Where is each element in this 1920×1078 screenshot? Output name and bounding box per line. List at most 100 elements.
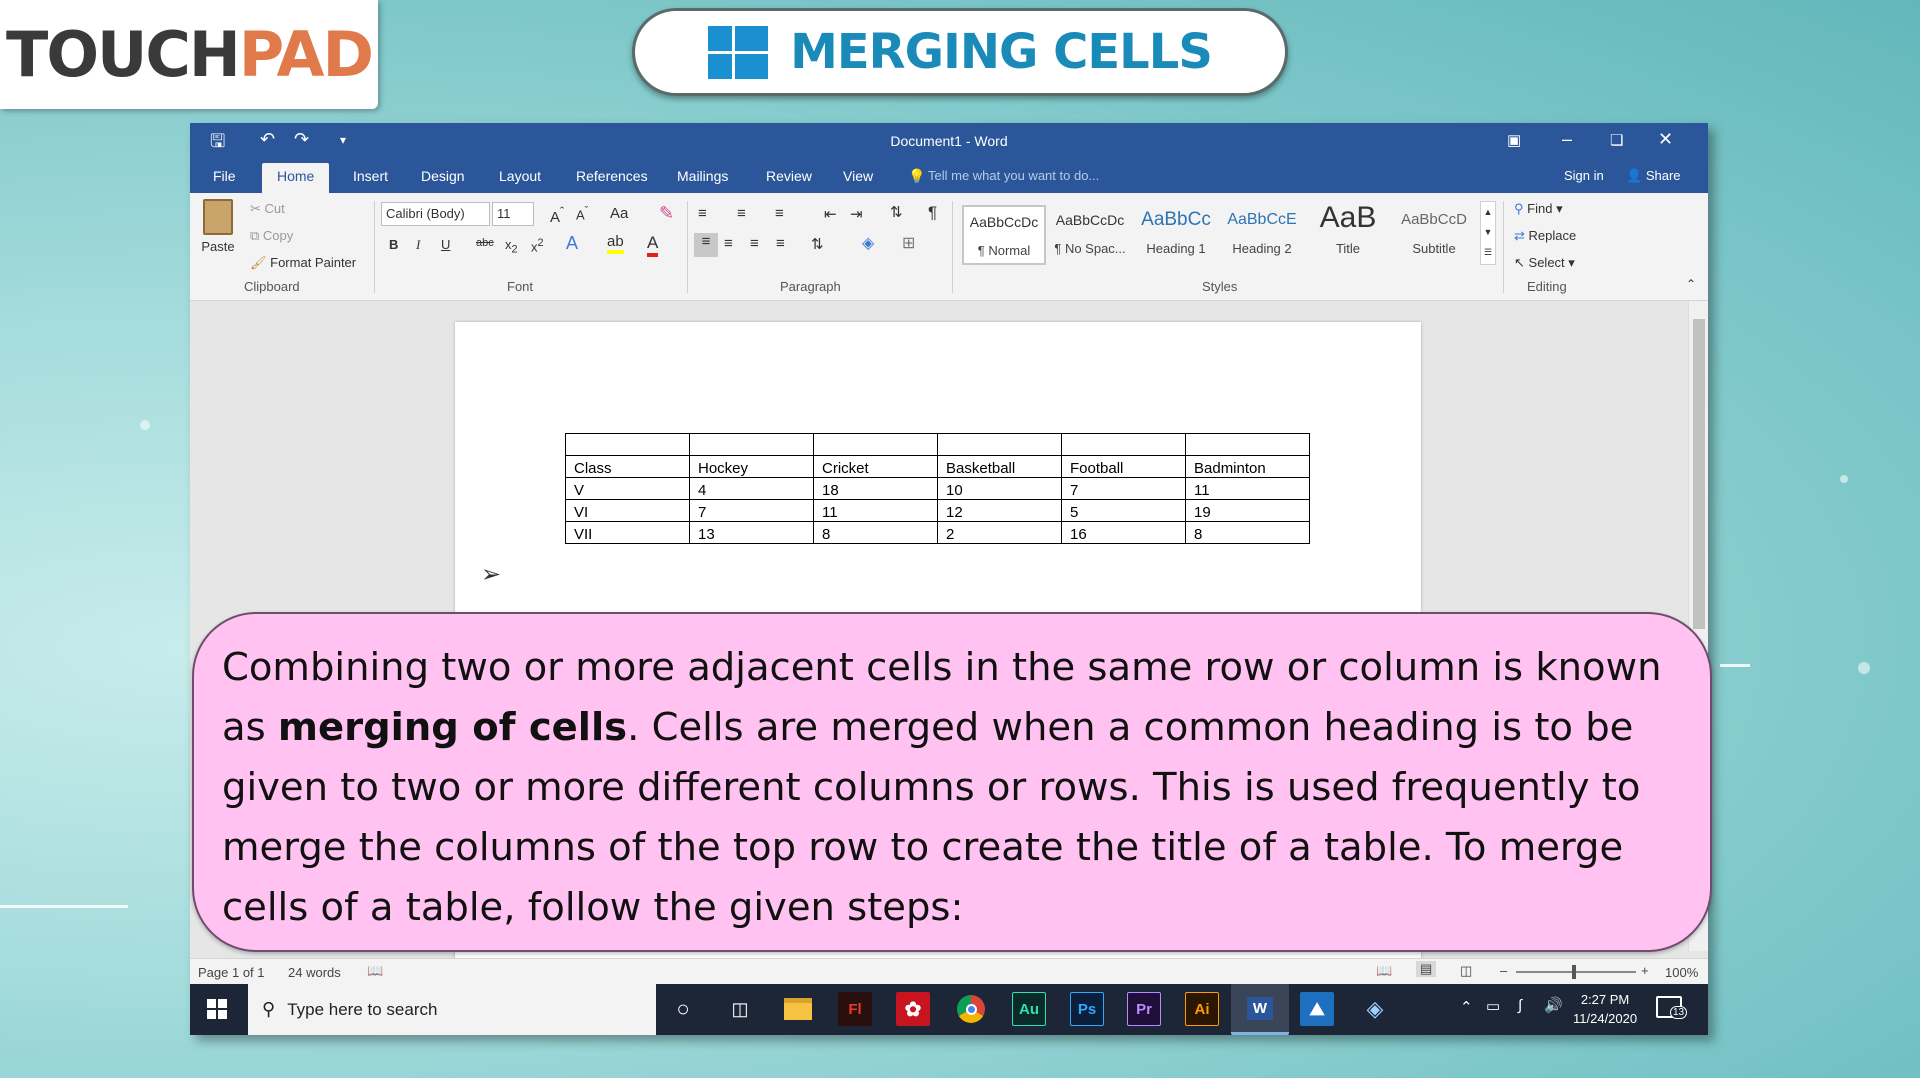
cortana-icon[interactable]: ○	[666, 992, 700, 1026]
table-cell[interactable]: 7	[1061, 477, 1186, 500]
illustrator-app-icon[interactable]: Ai	[1185, 992, 1219, 1026]
table-cell[interactable]: 8	[1185, 521, 1310, 544]
increase-indent-icon[interactable]: ⇥	[850, 205, 863, 223]
battery-icon[interactable]: ▭	[1486, 997, 1500, 1015]
line-spacing-icon[interactable]: ⇅	[811, 235, 824, 253]
paste-button[interactable]: Paste	[200, 199, 236, 254]
restore-icon[interactable]: ❏	[1610, 131, 1623, 149]
subscript-icon[interactable]: x2	[505, 237, 518, 256]
word-app-icon[interactable]: W	[1231, 984, 1289, 1035]
close-icon[interactable]: ✕	[1658, 129, 1673, 150]
table-cell[interactable]: 11	[1185, 477, 1310, 500]
table-cell[interactable]: VII	[565, 521, 690, 544]
shrink-font-icon[interactable]: Aˇ	[576, 205, 588, 222]
audition-app-icon[interactable]: Au	[1012, 992, 1046, 1026]
format-painter-button[interactable]: 🖌 Format Painter	[250, 255, 356, 271]
style-title[interactable]: AaB Title	[1306, 205, 1390, 265]
table-cell[interactable]	[689, 433, 814, 456]
change-case-button[interactable]: Aa	[610, 205, 628, 222]
table-cell[interactable]: 18	[813, 477, 938, 500]
align-left-icon[interactable]: ≡	[694, 233, 718, 257]
table-cell[interactable]: 16	[1061, 521, 1186, 544]
decrease-indent-icon[interactable]: ⇤	[824, 205, 837, 223]
table-cell[interactable]: Class	[565, 455, 690, 478]
table-cell[interactable]: 8	[813, 521, 938, 544]
photoshop-app-icon[interactable]: Ps	[1070, 992, 1104, 1026]
web-layout-icon[interactable]: ◫	[1460, 963, 1472, 979]
scrollbar-thumb[interactable]	[1693, 319, 1705, 629]
table-cell[interactable]: 11	[813, 499, 938, 522]
style-normal[interactable]: AaBbCcDc ¶ Normal	[962, 205, 1046, 265]
file-explorer-icon[interactable]	[781, 992, 815, 1026]
collapse-ribbon-icon[interactable]: ⌃	[1686, 277, 1696, 291]
tab-references[interactable]: References	[576, 168, 648, 184]
notification-center-icon[interactable]: 13	[1656, 996, 1688, 1019]
select-button[interactable]: ↖ Select ▾	[1514, 255, 1575, 271]
table-cell[interactable]: VI	[565, 499, 690, 522]
zoom-level[interactable]: 100%	[1665, 965, 1698, 980]
tab-review[interactable]: Review	[766, 168, 812, 184]
print-layout-icon[interactable]: ▤	[1416, 961, 1437, 977]
zoom-slider[interactable]	[1516, 965, 1636, 979]
read-mode-icon[interactable]: 📖	[1376, 963, 1392, 979]
task-view-icon[interactable]: ◫	[723, 992, 757, 1026]
font-name-dropdown[interactable]: Calibri (Body)	[381, 202, 490, 226]
table-cell[interactable]	[813, 433, 938, 456]
table-cell[interactable]: Hockey	[689, 455, 814, 478]
start-icon[interactable]	[200, 992, 234, 1026]
ribbon-display-options-icon[interactable]: ▣	[1507, 131, 1521, 149]
show-hidden-icons[interactable]: ⌃	[1460, 998, 1473, 1016]
app-icon[interactable]: ◈	[1358, 992, 1392, 1026]
premiere-app-icon[interactable]: Pr	[1127, 992, 1161, 1026]
table-cell[interactable]: 13	[689, 521, 814, 544]
taskbar-search-box[interactable]: ⚲ Type here to search	[248, 984, 656, 1035]
table-cell[interactable]: 19	[1185, 499, 1310, 522]
tab-insert[interactable]: Insert	[353, 168, 388, 184]
table-cell[interactable]: 7	[689, 499, 814, 522]
tab-layout[interactable]: Layout	[499, 168, 541, 184]
table-cell[interactable]: Football	[1061, 455, 1186, 478]
table-cell[interactable]: 10	[937, 477, 1062, 500]
table-cell[interactable]: Badminton	[1185, 455, 1310, 478]
table-cell[interactable]	[1185, 433, 1310, 456]
table-cell[interactable]: V	[565, 477, 690, 500]
numbering-icon[interactable]: ≡	[737, 205, 746, 222]
superscript-icon[interactable]: x2	[531, 237, 544, 254]
find-button[interactable]: ⚲ Find ▾	[1514, 201, 1563, 217]
style-heading-2[interactable]: AaBbCcE Heading 2	[1220, 205, 1304, 265]
align-right-icon[interactable]: ≡	[750, 235, 759, 252]
photos-app-icon[interactable]: ⛰	[1300, 992, 1334, 1026]
table-cell[interactable]	[937, 433, 1062, 456]
strikethrough-icon[interactable]: abc	[476, 237, 494, 249]
word-count[interactable]: 24 words	[288, 965, 341, 980]
tab-design[interactable]: Design	[421, 168, 465, 184]
zoom-slider-handle[interactable]	[1572, 965, 1576, 979]
chrome-app-icon[interactable]	[954, 992, 988, 1026]
minimize-icon[interactable]: –	[1562, 129, 1572, 150]
underline-icon[interactable]: U	[441, 237, 450, 252]
tab-view[interactable]: View	[843, 168, 873, 184]
sign-in-link[interactable]: Sign in	[1564, 168, 1604, 183]
font-size-dropdown[interactable]: 11	[492, 202, 534, 226]
volume-icon[interactable]: 🔊	[1544, 996, 1563, 1014]
text-effects-icon[interactable]: A	[566, 233, 578, 254]
table-cell[interactable]	[1061, 433, 1186, 456]
proofing-icon[interactable]: 📖	[367, 963, 383, 979]
grow-font-icon[interactable]: Aˆ	[550, 205, 564, 226]
style-heading-1[interactable]: AaBbCc Heading 1	[1134, 205, 1218, 265]
copy-button[interactable]: ⧉ Copy	[250, 228, 293, 244]
table-cell[interactable]: 12	[937, 499, 1062, 522]
zoom-in-icon[interactable]: +	[1641, 963, 1649, 978]
table-cell[interactable]: 2	[937, 521, 1062, 544]
tell-me-box[interactable]: Tell me what you want to do...	[928, 168, 1099, 183]
style-subtitle[interactable]: AaBbCcD Subtitle	[1392, 205, 1476, 265]
clock[interactable]: 2:27 PM 11/24/2020	[1573, 990, 1637, 1028]
flash-app-icon[interactable]: Fl	[838, 992, 872, 1026]
italic-icon[interactable]: I	[416, 237, 420, 253]
cut-button[interactable]: ✂ Cut	[250, 201, 285, 217]
table-cell[interactable]: 4	[689, 477, 814, 500]
zoom-out-icon[interactable]: –	[1500, 963, 1507, 978]
shading-icon[interactable]: ◈	[862, 233, 874, 253]
table-cell[interactable]: Basketball	[937, 455, 1062, 478]
justify-icon[interactable]: ≡	[776, 235, 785, 252]
